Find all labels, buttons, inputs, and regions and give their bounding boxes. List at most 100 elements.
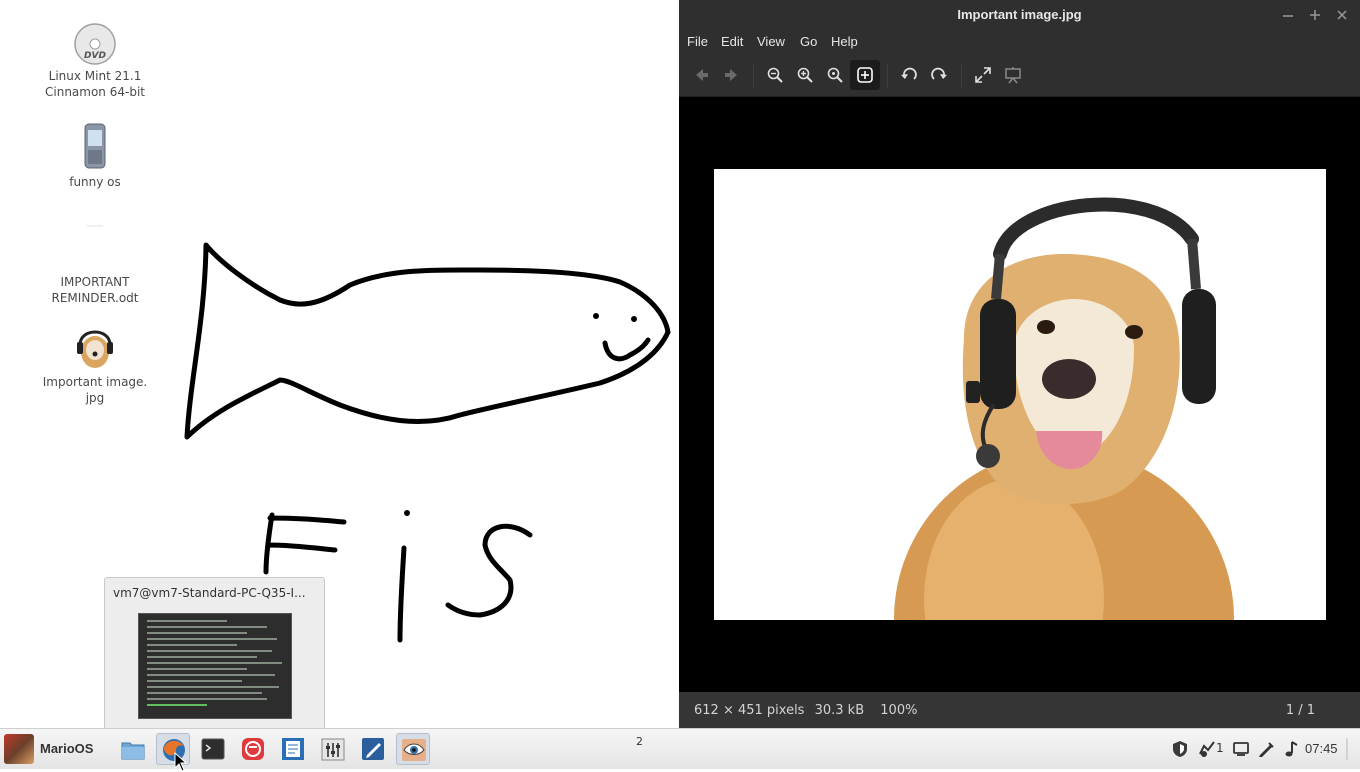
pen-icon[interactable] [1257, 740, 1275, 758]
menu-edit[interactable]: Edit [721, 34, 743, 49]
menu-view[interactable]: View [757, 34, 785, 49]
start-menu-button[interactable]: MarioOS [0, 729, 108, 769]
taskbar-red-app[interactable] [236, 733, 270, 765]
menu-avatar-icon [4, 734, 34, 764]
show-desktop-icon[interactable] [1345, 738, 1357, 760]
dvd-icon: DVD [74, 23, 116, 65]
maximize-button[interactable] [1306, 6, 1324, 24]
zoom-normal-button[interactable] [820, 60, 850, 90]
red-app-icon [242, 738, 264, 760]
fullscreen-button[interactable] [968, 60, 998, 90]
shield-icon[interactable] [1171, 740, 1189, 758]
desktop-icon-label: funny os [69, 175, 121, 189]
status-info: 612 × 451 pixels 30.3 kB 100% [694, 703, 917, 718]
image-dimensions: 612 × 451 pixels [694, 703, 805, 718]
desktop-icon-label: Linux Mint 21.1 [48, 69, 142, 83]
text-editor-icon [362, 738, 384, 760]
desktop-icon-important-reminder[interactable]: IMPORTANT REMINDER.odt [35, 222, 155, 306]
letter-f [263, 512, 347, 575]
fish-smile [602, 337, 651, 362]
taskbar: MarioOS 2 1 07:45 [0, 728, 1360, 769]
rotate-right-button[interactable] [924, 60, 954, 90]
maximize-icon [1310, 10, 1320, 20]
folder-icon [121, 742, 145, 760]
zoom-in-button[interactable] [790, 60, 820, 90]
window-preview-popup[interactable]: vm7@vm7-Standard-PC-Q35-I... [104, 577, 325, 729]
desktop-icon-important-image[interactable]: Important image. jpg [35, 322, 155, 406]
rotate-right-icon [931, 67, 947, 80]
rotate-left-icon [901, 67, 917, 80]
desktop-icon-funny-os[interactable]: funny os [35, 122, 155, 190]
slideshow-button[interactable] [998, 60, 1028, 90]
back-button[interactable] [687, 60, 717, 90]
close-button[interactable] [1333, 6, 1351, 24]
toolbar-separator [961, 64, 962, 88]
image-viewer-window: Important image.jpg File Edit View Go He… [679, 0, 1360, 728]
desktop-icon-dvd[interactable]: DVD Linux Mint 21.1 Cinnamon 64-bit [35, 22, 155, 100]
menu-label: MarioOS [40, 741, 94, 756]
eye-icon [402, 739, 426, 761]
fish-eye [631, 316, 637, 322]
file-size: 30.3 kB [814, 703, 865, 718]
zoom-out-icon [767, 67, 783, 83]
desktop-icon-label: Important image. [42, 375, 148, 389]
display-icon[interactable] [1232, 740, 1250, 758]
network-count: 1 [1216, 741, 1224, 755]
menu-file[interactable]: File [687, 34, 708, 49]
taskbar-image-viewer[interactable] [396, 733, 430, 765]
forward-arrow-icon [725, 69, 737, 81]
zoom-level: 100% [880, 703, 918, 718]
titlebar[interactable]: Important image.jpg [679, 0, 1360, 29]
taskbar-terminal[interactable] [196, 733, 230, 765]
zoom-normal-icon [827, 67, 843, 83]
phone-icon [84, 123, 106, 169]
best-fit-icon [857, 67, 873, 83]
mixer-icon [321, 738, 345, 761]
minimize-button[interactable] [1279, 6, 1297, 24]
clock[interactable]: 07:45 [1305, 741, 1338, 756]
statusbar: 612 × 451 pixels 30.3 kB 100% 1 / 1 [679, 692, 1360, 728]
image-thumbnail-icon [77, 330, 113, 368]
dog-with-headphones-photo [714, 169, 1326, 620]
letter-i-dot [404, 510, 410, 516]
music-note-icon[interactable] [1281, 740, 1299, 758]
rotate-left-button[interactable] [894, 60, 924, 90]
desktop-icon-label: REMINDER.odt [51, 291, 139, 305]
menu-go[interactable]: Go [800, 34, 817, 49]
network-icon[interactable] [1198, 740, 1216, 758]
menu-help[interactable]: Help [831, 34, 858, 49]
window-count-badge: 2 [636, 735, 643, 748]
image-position: 1 / 1 [1285, 703, 1315, 718]
menubar: File Edit View Go Help [679, 29, 1360, 54]
toolbar-separator [887, 64, 888, 88]
zoom-in-icon [797, 67, 813, 83]
zoom-out-button[interactable] [760, 60, 790, 90]
taskbar-files[interactable] [116, 733, 150, 765]
letter-s [445, 523, 533, 618]
taskbar-text-editor[interactable] [356, 733, 390, 765]
letter-i [397, 545, 407, 643]
taskbar-writer[interactable] [276, 733, 310, 765]
fish-drawing [184, 242, 671, 440]
desktop: DVD Linux Mint 21.1 Cinnamon 64-bit funn… [0, 0, 679, 728]
back-arrow-icon [696, 69, 708, 81]
desktop-icon-label: Cinnamon 64-bit [45, 85, 145, 99]
window-title: Important image.jpg [957, 7, 1082, 22]
fish-eye [593, 313, 599, 319]
terminal-icon [201, 738, 225, 760]
document-icon [87, 225, 103, 227]
svg-text:DVD: DVD [84, 51, 106, 61]
toolbar-separator [753, 64, 754, 88]
slideshow-icon [1005, 67, 1021, 84]
minimize-icon [1283, 15, 1293, 17]
terminal-thumbnail [138, 613, 292, 719]
writer-icon [282, 738, 304, 760]
image-canvas[interactable] [679, 97, 1360, 692]
toolbar [679, 54, 1360, 97]
close-icon [1337, 10, 1347, 20]
mouse-cursor-icon [174, 752, 188, 772]
taskbar-mixer-group[interactable]: 2 [316, 733, 643, 765]
forward-button[interactable] [716, 60, 746, 90]
best-fit-button[interactable] [850, 60, 880, 90]
fullscreen-icon [975, 67, 991, 83]
